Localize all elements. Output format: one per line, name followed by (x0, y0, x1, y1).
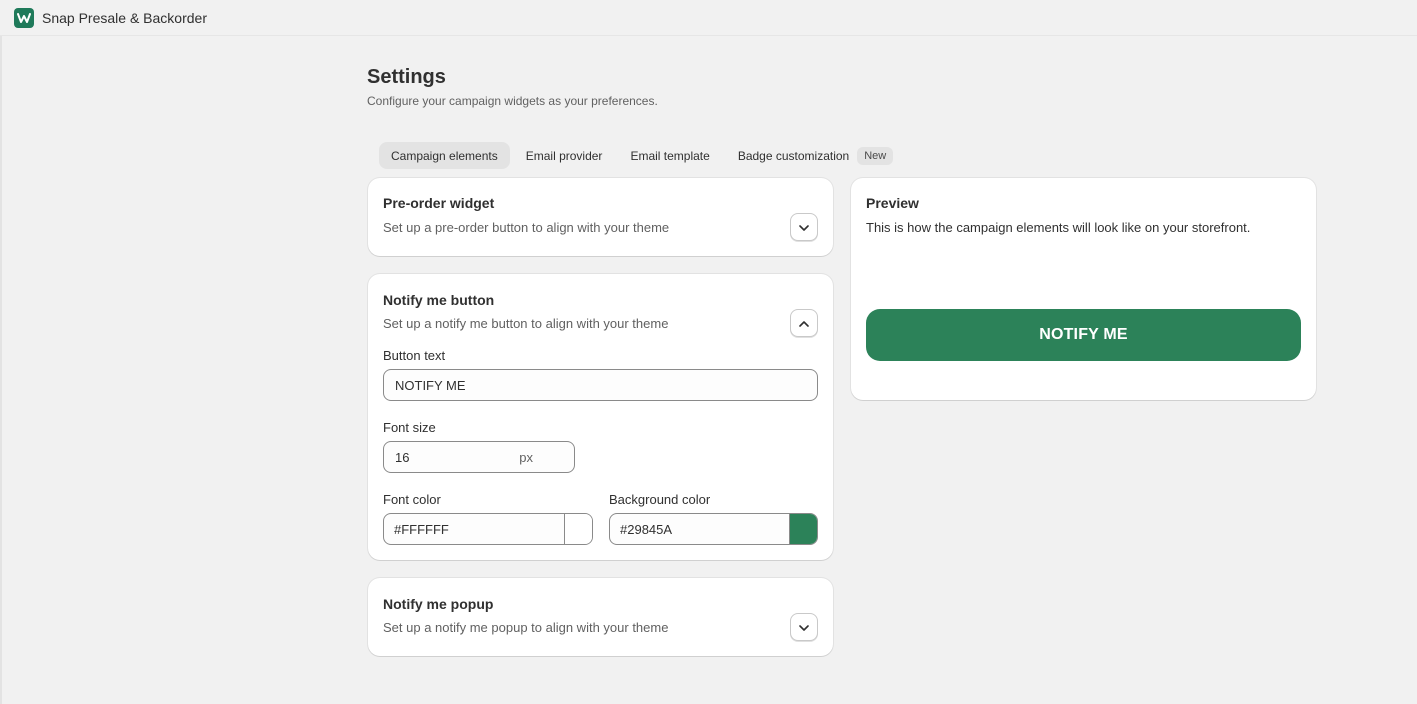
notify-popup-card: Notify me popup Set up a notify me popup… (368, 578, 833, 656)
preview-title: Preview (866, 195, 919, 211)
font-size-value: 16 (395, 449, 410, 465)
font-color-label: Font color (383, 492, 441, 507)
preview-subtitle: This is how the campaign elements will l… (866, 220, 1251, 235)
notify-button-card: Notify me button Set up a notify me butt… (368, 274, 833, 560)
chevron-down-icon (799, 218, 809, 236)
tab-campaign-elements[interactable]: Campaign elements (379, 142, 510, 169)
settings-tabs: Campaign elements Email provider Email t… (379, 142, 897, 169)
card-title: Pre-order widget (383, 195, 495, 211)
tab-email-template[interactable]: Email template (618, 142, 721, 169)
card-subtitle: Set up a notify me popup to align with y… (383, 620, 669, 635)
chevron-down-icon (799, 618, 809, 636)
card-title: Notify me button (383, 292, 495, 308)
tab-label: Badge customization (737, 148, 850, 163)
tab-badge-customization[interactable]: Badge customization New (726, 142, 894, 169)
tab-label: Email provider (525, 148, 603, 163)
app-title: Snap Presale & Backorder (42, 9, 207, 26)
page-subtitle: Configure your campaign widgets as your … (367, 94, 658, 108)
snap-logo-icon (14, 7, 34, 28)
expand-popup-button[interactable] (790, 613, 818, 641)
sidebar-edge (0, 36, 2, 704)
button-text-label: Button text (383, 348, 446, 363)
font-color-input[interactable]: #FFFFFF (383, 513, 593, 545)
preorder-widget-card: Pre-order widget Set up a pre-order butt… (368, 178, 833, 256)
tab-label: Campaign elements (391, 148, 498, 163)
card-subtitle: Set up a pre-order button to align with … (383, 220, 670, 235)
new-badge: New (857, 146, 894, 165)
background-color-input[interactable]: #29845A (609, 513, 818, 545)
background-color-value: #29845A (620, 521, 673, 537)
notify-me-preview-button[interactable]: NOTIFY ME (866, 309, 1301, 361)
background-color-swatch[interactable] (789, 514, 817, 544)
chevron-up-icon (799, 314, 809, 332)
collapse-notify-button[interactable] (790, 309, 818, 337)
font-color-value: #FFFFFF (394, 521, 449, 537)
button-text-input[interactable]: NOTIFY ME (383, 369, 818, 401)
font-color-swatch[interactable] (564, 514, 592, 544)
background-color-label: Background color (609, 492, 711, 507)
card-subtitle: Set up a notify me button to align with … (383, 316, 669, 331)
page-title: Settings (367, 66, 446, 88)
tab-email-provider[interactable]: Email provider (514, 142, 615, 169)
font-size-label: Font size (383, 420, 436, 435)
font-size-suffix: px (519, 449, 533, 465)
preview-card: Preview This is how the campaign element… (851, 178, 1316, 400)
button-text-value: NOTIFY ME (395, 377, 466, 393)
app-header: Snap Presale & Backorder (0, 0, 1417, 36)
font-size-input[interactable]: 16 px (383, 441, 575, 473)
tab-label: Email template (630, 148, 710, 163)
preview-button-label: NOTIFY ME (1039, 326, 1128, 343)
card-title: Notify me popup (383, 596, 494, 612)
expand-preorder-button[interactable] (790, 213, 818, 241)
